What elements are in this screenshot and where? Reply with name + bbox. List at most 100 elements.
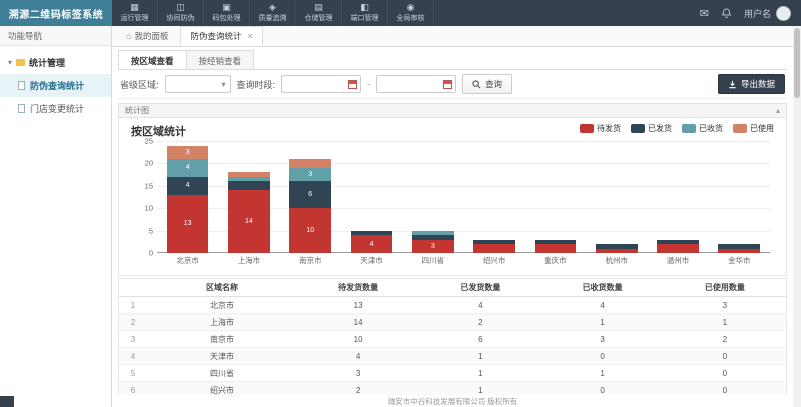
user-menu[interactable]: 用户名	[744, 6, 791, 21]
chevron-down-icon: ▾	[222, 80, 226, 89]
bar-group[interactable]: 14	[218, 141, 279, 253]
subtab[interactable]: 按区域查看	[118, 50, 187, 69]
nav-item-xietong[interactable]: ◫协同防伪	[158, 0, 204, 26]
legend-swatch	[733, 124, 747, 133]
table-column-header: 已使用数量	[664, 279, 786, 297]
legend-label: 已发货	[648, 123, 672, 134]
row-region: 天津市	[147, 348, 297, 365]
tab[interactable]: 防伪查询统计×	[180, 26, 262, 46]
nav-item-zhuisu[interactable]: ◈质量追溯	[250, 0, 296, 26]
table-header-row: 区域名称待发货数量已发货数量已收货数量已使用数量	[119, 279, 786, 297]
folder-icon	[16, 59, 25, 66]
bar-segment: 3	[167, 146, 209, 159]
close-icon[interactable]: ×	[247, 31, 252, 41]
row-value: 14	[297, 314, 419, 331]
bar-segment	[228, 181, 270, 190]
bar-group[interactable]: 3	[402, 141, 463, 253]
date-to-input[interactable]	[376, 75, 456, 93]
row-region: 绍兴市	[147, 382, 297, 396]
nav-item-cangchu[interactable]: ▤仓储管理	[296, 0, 342, 26]
export-button[interactable]: 导出数据	[718, 74, 785, 94]
page-content: 按区域查看按经销查看 省级区域: ▾ 查询时段: - 查询	[112, 47, 793, 407]
table-row[interactable]: 4天津市4100	[119, 348, 786, 365]
table-column-header: 已收货数量	[542, 279, 664, 297]
bar-segment: 3	[412, 240, 454, 253]
tab[interactable]: ⌂我的面板	[116, 26, 178, 46]
bell-icon[interactable]	[721, 8, 732, 19]
table-row[interactable]: 5四川省3110	[119, 365, 786, 382]
row-region: 北京市	[147, 297, 297, 314]
globe-icon: ◉	[407, 3, 415, 12]
main-area: ⌂我的面板防伪查询统计× 按区域查看按经销查看 省级区域: ▾ 查询时段: -	[112, 26, 793, 407]
table-column-header: 区域名称	[147, 279, 297, 297]
x-axis-label: 四川省	[402, 255, 463, 266]
top-nav: ▦运行管理◫协同防伪▣码包处理◈质量追溯▤仓储管理◧端口管理◉全局审核	[112, 0, 434, 26]
bar-stack: 13443	[167, 146, 209, 253]
legend-label: 已收货	[699, 123, 723, 134]
row-index: 6	[119, 382, 147, 396]
table-row[interactable]: 2上海市14211	[119, 314, 786, 331]
x-axis-label: 重庆市	[525, 255, 586, 266]
sidebar-group-stats[interactable]: ▾ 统计管理	[0, 51, 111, 74]
bar-segment	[596, 249, 638, 253]
sidebar-children: 防伪查询统计门店变更统计	[0, 74, 111, 120]
bar-group[interactable]: 13443	[157, 141, 218, 253]
shield-icon: ◈	[269, 3, 276, 12]
vertical-scrollbar[interactable]	[793, 26, 801, 407]
scrollbar-thumb[interactable]	[794, 28, 800, 98]
table-row[interactable]: 6绍兴市2100	[119, 382, 786, 396]
y-axis-tick: 20	[145, 159, 153, 168]
table-row[interactable]: 1北京市13443	[119, 297, 786, 314]
bar-stack: 1063	[289, 159, 331, 253]
search-button[interactable]: 查询	[462, 74, 512, 94]
row-region: 南京市	[147, 331, 297, 348]
sidebar-collapse-toggle[interactable]	[0, 396, 14, 407]
bar-group[interactable]	[463, 141, 524, 253]
bar-group[interactable]: 4	[341, 141, 402, 253]
nav-item-label: 码包处理	[213, 13, 241, 23]
tab-label: 我的面板	[134, 30, 168, 42]
row-value: 0	[542, 382, 664, 396]
sidebar-item[interactable]: 防伪查询统计	[0, 74, 111, 97]
table-column-header: 待发货数量	[297, 279, 419, 297]
collapse-panel-icon[interactable]: ▴	[776, 106, 780, 115]
warehouse-icon: ▤	[314, 3, 323, 12]
row-value: 4	[297, 348, 419, 365]
row-value: 1	[419, 382, 541, 396]
x-axis-label: 南京市	[280, 255, 341, 266]
bar-group[interactable]: 1063	[280, 141, 341, 253]
province-select[interactable]: ▾	[165, 75, 231, 93]
bar-group[interactable]	[586, 141, 647, 253]
bar-group[interactable]	[647, 141, 708, 253]
legend-item[interactable]: 已发货	[631, 123, 672, 134]
table-row[interactable]: 3南京市10632	[119, 331, 786, 348]
row-value: 1	[542, 314, 664, 331]
row-index: 1	[119, 297, 147, 314]
y-axis-tick: 10	[145, 204, 153, 213]
x-axis-labels: 北京市上海市南京市天津市四川省绍兴市重庆市杭州市温州市金华市	[157, 255, 770, 266]
page-footer: 瑞安市中谷科技发展有限公司 版权所有	[118, 395, 787, 407]
legend-item[interactable]: 已使用	[733, 123, 774, 134]
nav-item-mabao[interactable]: ▣码包处理	[204, 0, 250, 26]
sidebar-title: 功能导航	[0, 26, 111, 46]
sidebar-item[interactable]: 门店变更统计	[0, 97, 111, 120]
region-label: 省级区域:	[120, 78, 159, 91]
region-table: 区域名称待发货数量已发货数量已收货数量已使用数量 1北京市134432上海市14…	[118, 278, 787, 395]
app-body: 功能导航 ▾ 统计管理 防伪查询统计门店变更统计 ⌂我的面板防伪查询统计× 按区…	[0, 26, 801, 407]
table-column-header: 已发货数量	[419, 279, 541, 297]
bar-group[interactable]	[709, 141, 770, 253]
nav-item-duankou[interactable]: ◧端口管理	[342, 0, 388, 26]
row-value: 3	[297, 365, 419, 382]
nav-item-yunxing[interactable]: ▦运行管理	[112, 0, 158, 26]
legend-item[interactable]: 已收货	[682, 123, 723, 134]
row-value: 4	[419, 297, 541, 314]
legend-item[interactable]: 待发货	[580, 123, 621, 134]
date-from-input[interactable]	[281, 75, 361, 93]
nav-item-shenhe[interactable]: ◉全局审核	[388, 0, 434, 26]
x-axis-label: 金华市	[709, 255, 770, 266]
mail-icon[interactable]: ✉	[700, 7, 709, 20]
bar-group[interactable]	[525, 141, 586, 253]
subtab[interactable]: 按经销查看	[186, 50, 255, 69]
bar-segment: 10	[289, 208, 331, 253]
nav-item-label: 端口管理	[351, 13, 379, 23]
